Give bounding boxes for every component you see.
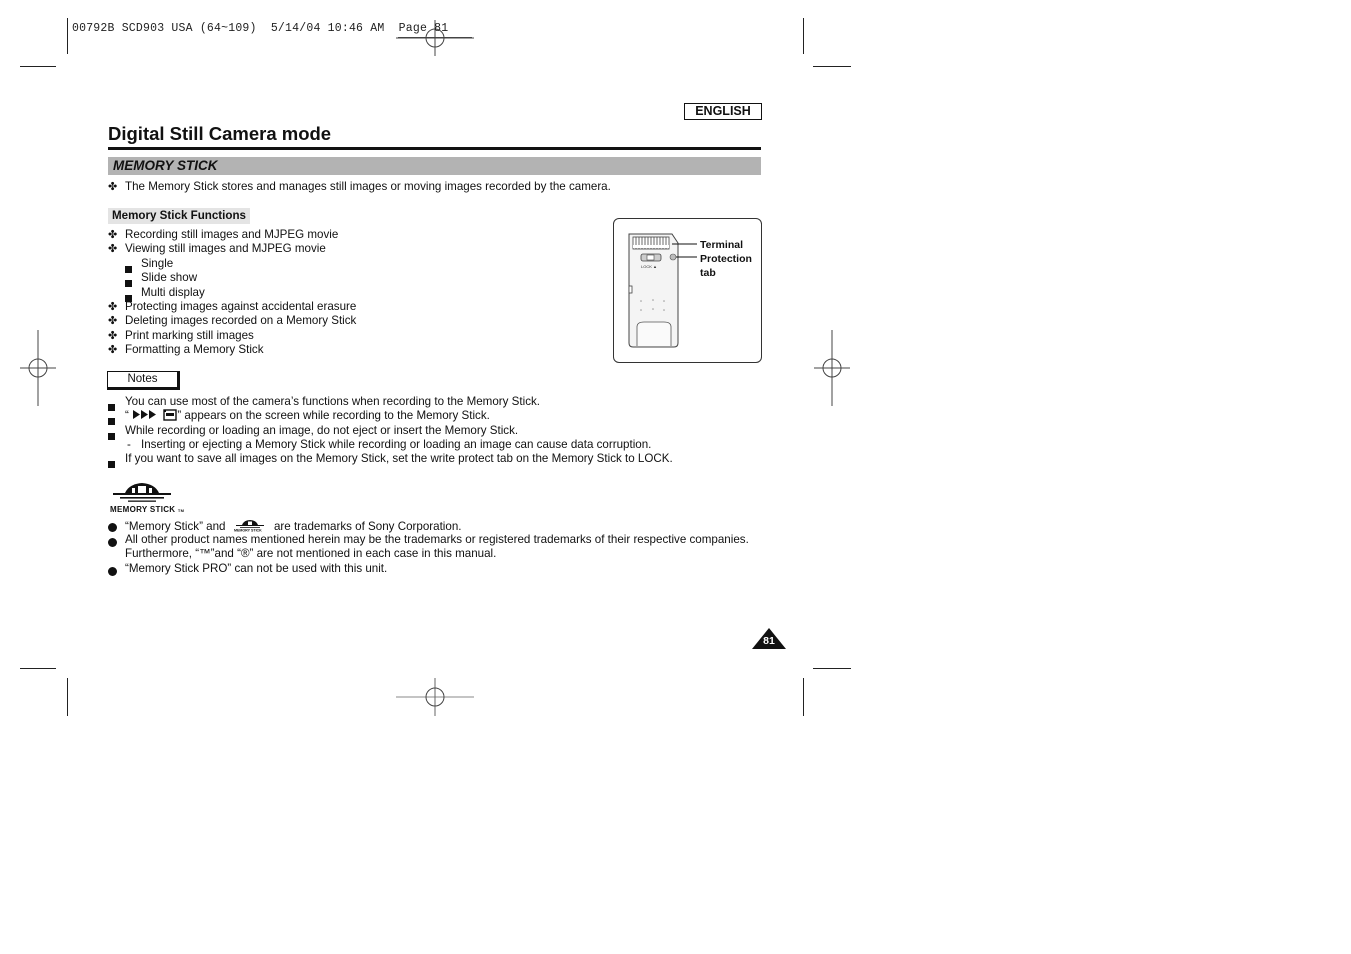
cross-bullet-icon: ✤ [108, 315, 118, 327]
registration-mark-icon [20, 330, 56, 406]
crop-mark [813, 668, 851, 669]
title-divider [108, 147, 761, 150]
note-item: While recording or loading an image, do … [125, 424, 519, 437]
note-subitem: Inserting or ejecting a Memory Stick whi… [141, 438, 652, 451]
trademark-item: All other product names mentioned herein… [125, 533, 749, 546]
list-item: Recording still images and MJPEG movie [125, 228, 339, 241]
trademark-text: are trademarks of Sony Corporation. [273, 520, 462, 533]
memory-stick-logo-icon [113, 483, 171, 502]
logo-wordmark: Memory Stick [110, 505, 176, 514]
page-number: 81 [763, 635, 775, 647]
crop-mark [803, 678, 804, 716]
list-item: Viewing still images and MJPEG movie [125, 242, 326, 255]
list-item: Multi display [141, 286, 205, 299]
lock-label: LOCK ▲ [641, 264, 657, 269]
functions-heading: Memory Stick Functions [108, 208, 250, 224]
memory-stick-logo: Memory Stick TM [108, 480, 184, 516]
trademark-item-continued: Furthermore, “™”and “®” are not mentione… [125, 547, 497, 560]
protection-tab-label: tab [700, 267, 716, 279]
square-bullet-icon [108, 455, 115, 473]
logo-tm: TM [177, 508, 185, 513]
crop-mark [20, 66, 56, 67]
crop-mark [20, 668, 56, 669]
round-bullet-icon [108, 534, 117, 552]
page-number-badge: 81 [752, 628, 786, 650]
cross-bullet-icon: ✤ [108, 229, 118, 241]
trademark-item: “Memory Stick PRO” can not be used with … [125, 562, 388, 575]
registration-mark-icon [814, 330, 850, 406]
list-item: Protecting images against accidental era… [125, 300, 357, 313]
section-header: MEMORY STICK [108, 157, 761, 175]
terminal-label: Terminal [700, 239, 743, 251]
language-badge: ENGLISH [684, 103, 762, 120]
cross-bullet-icon: ✤ [108, 181, 118, 193]
note-item: If you want to save all images on the Me… [125, 452, 673, 465]
svg-text:MEMORY STICK: MEMORY STICK [234, 529, 262, 533]
crop-mark [67, 678, 68, 716]
section-title: MEMORY STICK [113, 158, 218, 173]
memory-stick-figure: LOCK ▲ Terminal Protection tab [613, 218, 762, 363]
memory-stick-logo-small-icon: MEMORY STICK [234, 520, 264, 533]
slug-underline [398, 37, 472, 38]
list-item: Slide show [141, 271, 198, 284]
notes-label: Notes [107, 371, 180, 390]
list-item: Single [141, 257, 174, 270]
list-item: Deleting images recorded on a Memory Sti… [125, 314, 357, 327]
list-item: Print marking still images [125, 329, 254, 342]
registration-mark-icon [396, 678, 474, 716]
note-item: You can use most of the camera’s functio… [125, 395, 541, 408]
trademark-text: “Memory Stick” and [125, 520, 226, 533]
crop-mark [803, 18, 804, 54]
triple-play-arrow-icon [133, 410, 157, 419]
cross-bullet-icon: ✤ [108, 344, 118, 356]
page-title: Digital Still Camera mode [108, 123, 332, 144]
cross-bullet-icon: ✤ [108, 301, 118, 313]
cross-bullet-icon: ✤ [108, 330, 118, 342]
note-item: “ ” appears on the screen while recordin… [125, 409, 490, 423]
square-bullet-icon [108, 427, 115, 445]
trademark-item: “Memory Stick” and MEMORY STICK are trad… [125, 518, 462, 534]
list-item: Formatting a Memory Stick [125, 343, 264, 356]
open-quote: “ [125, 409, 129, 422]
dash-bullet: - [127, 438, 131, 451]
section-intro: The Memory Stick stores and manages stil… [125, 180, 611, 193]
crop-mark [67, 18, 68, 54]
note-item-text: ” appears on the screen while recording … [177, 409, 490, 422]
crop-mark [813, 66, 851, 67]
protection-label: Protection [700, 253, 752, 265]
print-slug: 00792B SCD903 USA (64~109) 5/14/04 10:46… [72, 22, 449, 35]
round-bullet-icon [108, 563, 117, 581]
cross-bullet-icon: ✤ [108, 243, 118, 255]
memory-stick-icon [163, 409, 178, 421]
